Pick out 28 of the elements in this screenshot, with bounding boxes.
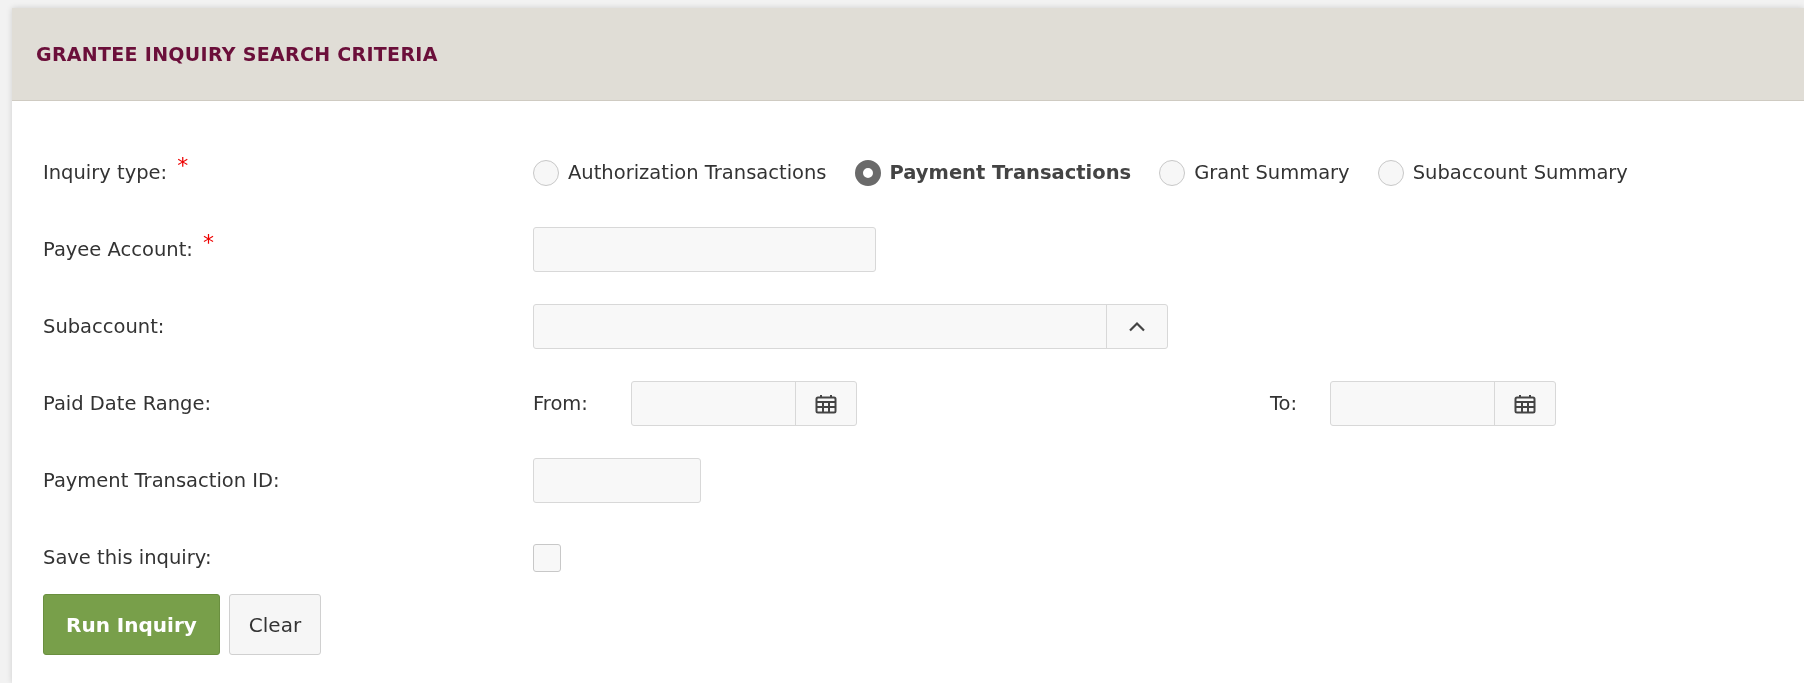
text-field[interactable]	[533, 458, 701, 503]
radio-button[interactable]	[1377, 159, 1404, 186]
calendar-icon	[815, 393, 837, 414]
required-mark: *	[202, 232, 214, 254]
panel-title: GRANTEE INQUIRY SEARCH CRITERIA	[36, 43, 438, 65]
from-label: From:	[533, 392, 589, 415]
radio-label: Authorization Transactions	[568, 161, 827, 184]
text-field[interactable]	[533, 227, 876, 272]
radio-button[interactable]	[854, 159, 881, 186]
radio-button[interactable]	[1159, 159, 1186, 186]
chevron-up-icon[interactable]	[1128, 321, 1146, 332]
to-label: To:	[1270, 392, 1299, 415]
radio-button[interactable]	[533, 159, 559, 186]
radio-label: Subaccount Summary	[1412, 161, 1628, 184]
field-label: Subaccount:	[43, 315, 165, 338]
field-label: Payment Transaction ID:	[43, 469, 280, 492]
clear-button[interactable]: Clear	[228, 594, 322, 655]
date-field[interactable]	[1330, 381, 1556, 426]
required-mark: *	[177, 155, 189, 177]
field-label: Paid Date Range:	[43, 392, 211, 415]
date-field[interactable]	[631, 381, 857, 426]
field-label: Save this inquiry:	[43, 546, 212, 569]
checkbox[interactable]	[533, 543, 561, 572]
radio-label: Payment Transactions	[889, 161, 1132, 184]
radio-label: Grant Summary	[1194, 161, 1350, 184]
calendar-icon	[1514, 393, 1536, 414]
field-label: Payee Account:	[43, 238, 193, 261]
field-label: Inquiry type:	[43, 161, 168, 184]
